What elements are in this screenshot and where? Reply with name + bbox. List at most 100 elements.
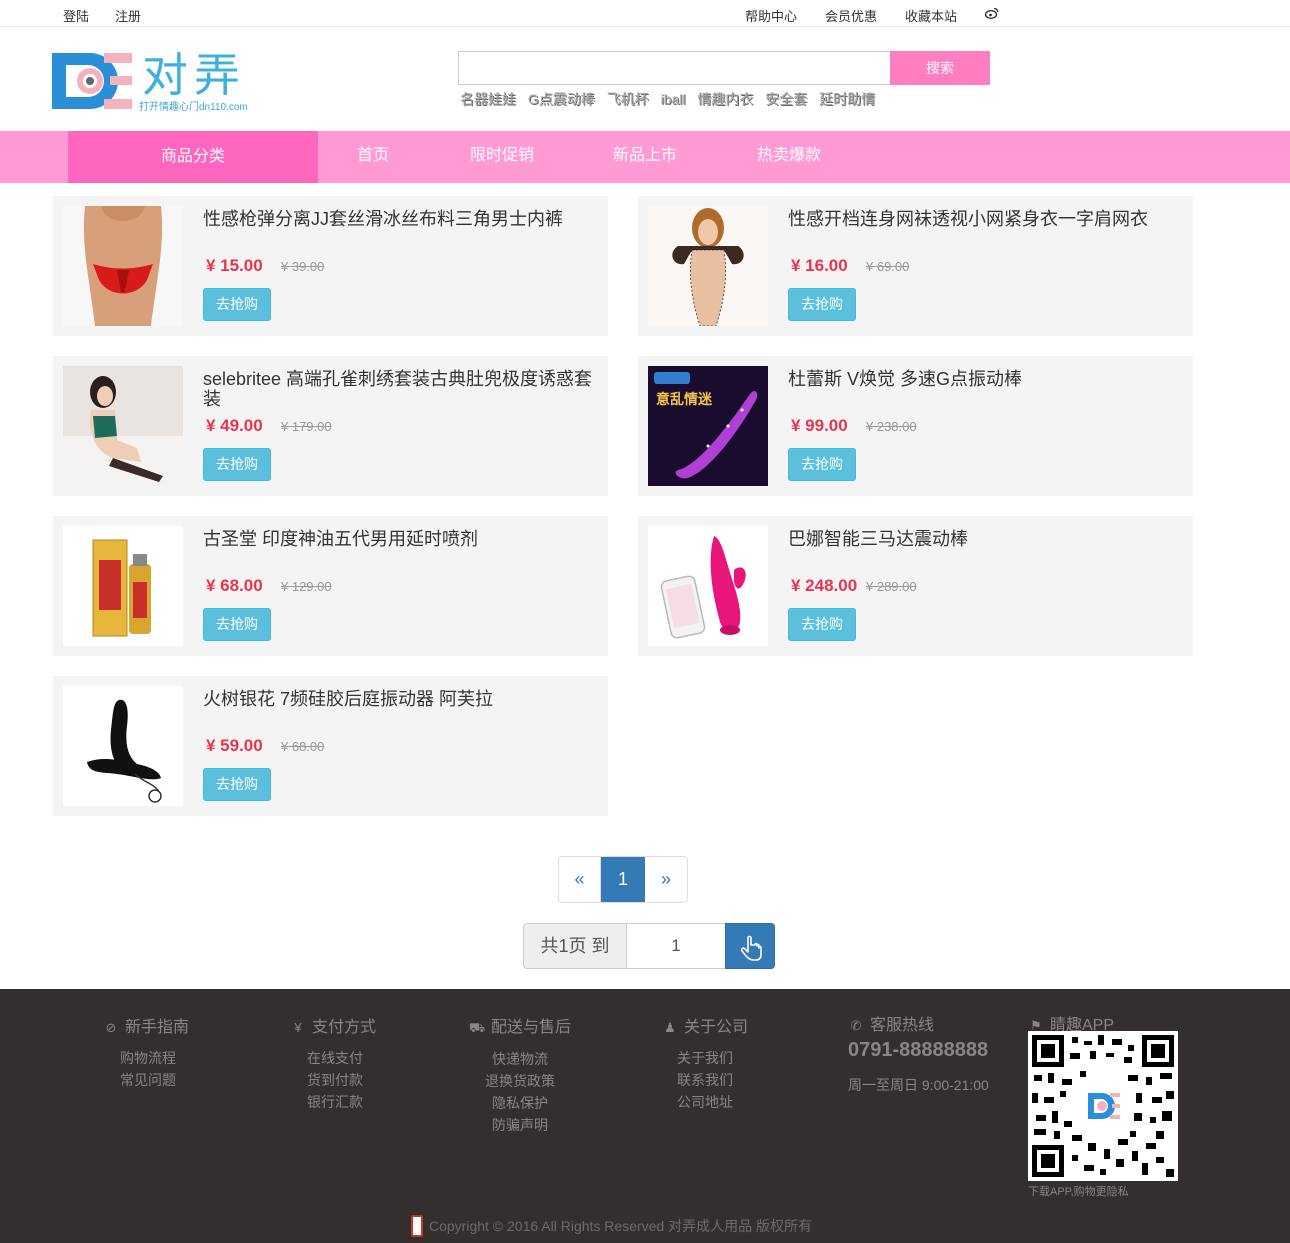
- product-card: 火树银花 7频硅胶后庭振动器 阿芙拉 ¥ 59.00 ¥ 68.00 去抢购: [53, 676, 608, 816]
- hot-keyword[interactable]: G点震动棒: [528, 91, 595, 107]
- product-title[interactable]: 性感开档连身网袜透视小网紧身衣一字肩网衣: [788, 209, 1183, 229]
- mobile-icon: [411, 1215, 423, 1237]
- hot-keyword[interactable]: 延时助情: [819, 91, 875, 107]
- search-input[interactable]: [458, 51, 891, 85]
- product-image[interactable]: [63, 686, 183, 806]
- footer-link[interactable]: 银行汇款: [294, 1091, 376, 1113]
- product-title[interactable]: 杜蕾斯 V焕觉 多速G点振动棒: [788, 369, 1183, 389]
- service-hours: 周一至周日 9:00-21:00: [848, 1077, 989, 1093]
- site-footer: ⊘ 新手指南 购物流程 常见问题 ¥ 支付方式 在线支付 货到付款 银行汇款 ⛟ 配送…: [0, 989, 1290, 1243]
- product-card: 性感枪弹分离JJ套丝滑冰丝布料三角男士内裤 ¥ 15.00 ¥ 39.00 去抢…: [53, 196, 608, 336]
- login-link[interactable]: 登陆: [63, 6, 89, 25]
- product-price: ¥ 99.00: [791, 416, 848, 435]
- search-button[interactable]: 搜索: [890, 51, 990, 85]
- page-number-input[interactable]: 1: [626, 923, 726, 969]
- product-card: 巴娜智能三马达震动棒 ¥ 248.00 ¥ 289.00 去抢购: [638, 516, 1193, 656]
- site-logo[interactable]: 对弄 打开情趣心门dn110.com: [52, 49, 252, 115]
- logo-mark-icon: [52, 53, 132, 109]
- top-bar: 登陆 注册 帮助中心 会员优惠 收藏本站: [0, 0, 1290, 27]
- total-pages-label: 共1页 到: [523, 923, 627, 969]
- site-header: 对弄 打开情趣心门dn110.com 搜索 名器娃娃 G点震动棒 飞机杯 iba…: [0, 27, 1290, 131]
- product-image[interactable]: [63, 366, 183, 486]
- hotline-heading: 客服热线: [870, 1017, 935, 1034]
- footer-link[interactable]: 常见问题: [107, 1069, 189, 1091]
- buy-now-button[interactable]: 去抢购: [203, 608, 271, 641]
- product-original-price: ¥ 129.00: [281, 579, 332, 594]
- product-original-price: ¥ 68.00: [281, 739, 325, 754]
- product-title[interactable]: 性感枪弹分离JJ套丝滑冰丝布料三角男士内裤: [203, 209, 598, 229]
- footer-link[interactable]: 隐私保护: [469, 1092, 571, 1114]
- buy-now-button[interactable]: 去抢购: [788, 288, 856, 321]
- product-image[interactable]: [648, 526, 768, 646]
- prev-page-button[interactable]: «: [559, 857, 601, 902]
- buy-now-button[interactable]: 去抢购: [203, 288, 271, 321]
- footer-column-guide: ⊘ 新手指南 购物流程 常见问题: [103, 1013, 189, 1091]
- logo-subtitle: 打开情趣心门dn110.com: [139, 102, 248, 113]
- product-card: 意乱情迷 杜蕾斯 V焕觉 多速G点振动棒 ¥ 99.00 ¥ 238.00 去抢…: [638, 356, 1193, 496]
- product-original-price: ¥ 39.00: [281, 259, 325, 274]
- nav-item-new-arrivals[interactable]: 新品上市: [613, 131, 677, 183]
- footer-link[interactable]: 联系我们: [662, 1069, 748, 1091]
- footer-link[interactable]: 公司地址: [662, 1091, 748, 1113]
- buy-now-button[interactable]: 去抢购: [203, 448, 271, 481]
- bookmark-link[interactable]: 收藏本站: [905, 6, 957, 25]
- footer-link[interactable]: 快递物流: [469, 1048, 571, 1070]
- footer-heading: 关于公司: [684, 1019, 749, 1036]
- yen-icon: ¥: [294, 1020, 302, 1035]
- truck-icon: ⛟: [469, 1020, 486, 1035]
- main-nav: 商品分类 首页 限时促销 新品上市 热卖爆款: [0, 131, 1290, 183]
- footer-link[interactable]: 关于我们: [662, 1047, 748, 1069]
- footer-link[interactable]: 购物流程: [107, 1047, 189, 1069]
- app-qr-code[interactable]: [1028, 1031, 1178, 1181]
- hot-keyword[interactable]: 安全套: [765, 91, 807, 107]
- phone-icon: ✆: [850, 1018, 862, 1033]
- register-link[interactable]: 注册: [115, 6, 141, 25]
- product-original-price: ¥ 289.00: [866, 579, 917, 594]
- footer-link[interactable]: 货到付款: [294, 1069, 376, 1091]
- product-image[interactable]: [63, 526, 183, 646]
- hotline-number[interactable]: 0791-88888888: [848, 1039, 988, 1062]
- footer-column-payment: ¥ 支付方式 在线支付 货到付款 银行汇款: [290, 1013, 376, 1113]
- product-price: ¥ 16.00: [791, 256, 848, 275]
- nav-item-flash-sale[interactable]: 限时促销: [470, 131, 534, 183]
- product-image[interactable]: [63, 206, 183, 326]
- product-image[interactable]: [648, 206, 768, 326]
- footer-link[interactable]: 退换货政策: [469, 1070, 571, 1092]
- hot-keyword[interactable]: iball: [661, 91, 686, 107]
- footer-column-about: ♟ 关于公司 关于我们 联系我们 公司地址: [662, 1013, 748, 1113]
- footer-link[interactable]: 在线支付: [294, 1047, 376, 1069]
- product-original-price: ¥ 238.00: [866, 419, 917, 434]
- category-menu[interactable]: 商品分类: [68, 131, 318, 183]
- nav-item-hot-sellers[interactable]: 热卖爆款: [757, 131, 821, 183]
- weibo-icon[interactable]: [985, 7, 999, 19]
- copyright-text: Copyright © 2016 All Rights Reserved 对弄成…: [429, 1218, 812, 1234]
- hot-keyword[interactable]: 名器娃娃: [460, 91, 516, 107]
- page-1-button[interactable]: 1: [601, 857, 645, 902]
- go-page-button[interactable]: [725, 923, 775, 969]
- product-image[interactable]: 意乱情迷: [648, 366, 768, 486]
- hot-keyword[interactable]: 飞机杯: [607, 91, 649, 107]
- member-deals-link[interactable]: 会员优惠: [825, 6, 877, 25]
- product-card: 性感开档连身网袜透视小网紧身衣一字肩网衣 ¥ 16.00 ¥ 69.00 去抢购: [638, 196, 1193, 336]
- product-price: ¥ 248.00: [791, 576, 858, 595]
- buy-now-button[interactable]: 去抢购: [788, 448, 856, 481]
- buy-now-button[interactable]: 去抢购: [788, 608, 856, 641]
- footer-heading: 支付方式: [312, 1019, 377, 1036]
- product-title[interactable]: 古圣堂 印度神油五代男用延时喷剂: [203, 529, 598, 549]
- next-page-button[interactable]: »: [645, 857, 687, 902]
- hot-keyword[interactable]: 情趣内衣: [697, 91, 753, 107]
- buy-now-button[interactable]: 去抢购: [203, 768, 271, 801]
- product-card: 古圣堂 印度神油五代男用延时喷剂 ¥ 68.00 ¥ 129.00 去抢购: [53, 516, 608, 656]
- product-price: ¥ 49.00: [206, 416, 263, 435]
- product-title[interactable]: selebritee 高端孔雀刺绣套装古典肚兜极度诱惑套装: [203, 369, 598, 409]
- product-price: ¥ 68.00: [206, 576, 263, 595]
- product-title[interactable]: 火树银花 7频硅胶后庭振动器 阿芙拉: [203, 689, 598, 709]
- nav-item-home[interactable]: 首页: [357, 131, 389, 183]
- help-center-link[interactable]: 帮助中心: [745, 6, 797, 25]
- pagination: « 1 »: [558, 856, 688, 903]
- compass-icon: ⊘: [105, 1020, 117, 1035]
- product-title[interactable]: 巴娜智能三马达震动棒: [788, 529, 1183, 549]
- hand-pointer-icon: [740, 935, 762, 961]
- footer-link[interactable]: 防骗声明: [469, 1114, 571, 1136]
- product-original-price: ¥ 179.00: [281, 419, 332, 434]
